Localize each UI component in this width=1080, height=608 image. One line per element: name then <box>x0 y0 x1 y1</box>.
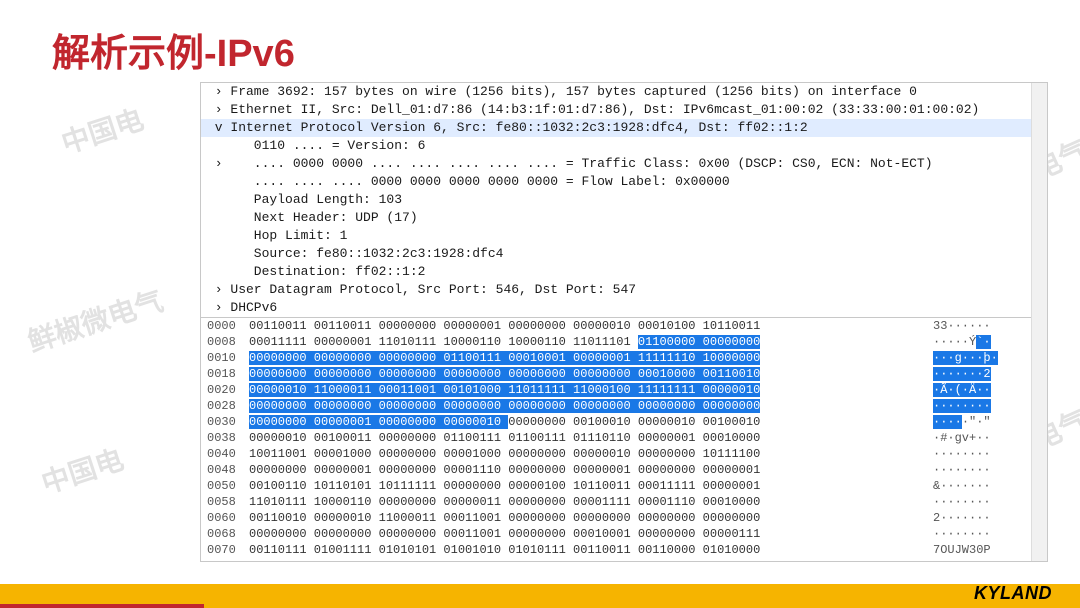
tree-row[interactable]: Payload Length: 103 <box>201 191 1047 209</box>
hex-line[interactable]: 000800011111 00000001 11010111 10000110 … <box>201 334 1047 350</box>
watermark: 中国电 <box>36 438 128 502</box>
slide-title: 解析示例-IPv6 <box>52 22 295 77</box>
hex-line[interactable]: 004010011001 00001000 00000000 00001000 … <box>201 446 1047 462</box>
hex-line[interactable]: 005000100110 10110101 10111111 00000000 … <box>201 478 1047 494</box>
tree-row[interactable]: v Internet Protocol Version 6, Src: fe80… <box>201 119 1047 137</box>
hex-line[interactable]: 003800000010 00100011 00000000 01100111 … <box>201 430 1047 446</box>
hex-line[interactable]: 006000110010 00000010 11000011 00011001 … <box>201 510 1047 526</box>
tree-row[interactable]: Next Header: UDP (17) <box>201 209 1047 227</box>
tree-row[interactable]: Hop Limit: 1 <box>201 227 1047 245</box>
hex-line[interactable]: 005811010111 10000110 00000000 00000011 … <box>201 494 1047 510</box>
scrollbar[interactable] <box>1031 317 1047 561</box>
tree-row[interactable]: › Ethernet II, Src: Dell_01:d7:86 (14:b3… <box>201 101 1047 119</box>
tree-row[interactable]: 0110 .... = Version: 6 <box>201 137 1047 155</box>
tree-row[interactable]: › Frame 3692: 157 bytes on wire (1256 bi… <box>201 83 1047 101</box>
brand-logo: KYLAND <box>974 583 1052 604</box>
tree-row[interactable]: .... .... .... 0000 0000 0000 0000 0000 … <box>201 173 1047 191</box>
tree-row[interactable]: Destination: ff02::1:2 <box>201 263 1047 281</box>
hex-line[interactable]: 000000110011 00110011 00000000 00000001 … <box>201 318 1047 334</box>
tree-row[interactable]: › .... 0000 0000 .... .... .... .... ...… <box>201 155 1047 173</box>
watermark: 鲜椒微电气 <box>22 279 168 360</box>
hex-line[interactable]: 003000000000 00000001 00000000 00000010 … <box>201 414 1047 430</box>
hex-line[interactable]: 001000000000 00000000 00000000 01100111 … <box>201 350 1047 366</box>
tree-row[interactable]: › User Datagram Protocol, Src Port: 546,… <box>201 281 1047 299</box>
protocol-tree[interactable]: › Frame 3692: 157 bytes on wire (1256 bi… <box>201 83 1047 317</box>
footer-accent <box>0 604 204 608</box>
watermark: 中国电 <box>56 98 148 162</box>
hex-line[interactable]: 001800000000 00000000 00000000 00000000 … <box>201 366 1047 382</box>
wireshark-panel: › Frame 3692: 157 bytes on wire (1256 bi… <box>200 82 1048 562</box>
tree-row[interactable]: Source: fe80::1032:2c3:1928:dfc4 <box>201 245 1047 263</box>
hex-line[interactable]: 004800000000 00000001 00000000 00001110 … <box>201 462 1047 478</box>
hex-dump-pane[interactable]: 000000110011 00110011 00000000 00000001 … <box>201 317 1047 561</box>
slide-root: 解析示例-IPv6 中国电 中国电科网 鲜椒微电气 椒微电气 中国电 椒微电气 … <box>0 0 1080 608</box>
hex-line[interactable]: 002000000010 11000011 00011001 00101000 … <box>201 382 1047 398</box>
hex-line[interactable]: 002800000000 00000000 00000000 00000000 … <box>201 398 1047 414</box>
tree-row[interactable]: › DHCPv6 <box>201 299 1047 317</box>
hex-line[interactable]: 006800000000 00000000 00000000 00011001 … <box>201 526 1047 542</box>
hex-line[interactable]: 007000110111 01001111 01010101 01001010 … <box>201 542 1047 558</box>
